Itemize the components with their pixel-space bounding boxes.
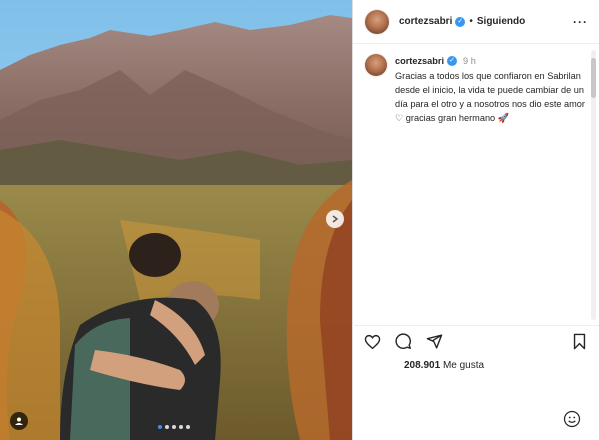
more-options-icon[interactable]: ··· — [573, 15, 588, 29]
divider — [352, 325, 599, 326]
post-photo[interactable] — [0, 0, 352, 440]
scrollbar[interactable] — [591, 50, 596, 320]
user-tag-icon[interactable] — [10, 412, 28, 430]
carousel-dot — [165, 425, 169, 429]
post-header: cortezsabri ✓ • Siguiendo ··· — [353, 0, 599, 44]
caption-text: Gracias a todos los que confiaron en Sab… — [395, 71, 585, 123]
share-icon[interactable] — [426, 333, 443, 355]
likes-count[interactable]: 208.901 Me gusta — [404, 360, 484, 371]
timestamp[interactable]: 9 h — [463, 54, 476, 68]
next-arrow-icon[interactable] — [326, 210, 344, 228]
instagram-post-view: cortezsabri ✓ • Siguiendo ··· cortezsabr… — [0, 0, 599, 440]
action-bar — [364, 333, 587, 355]
carousel-dot — [179, 425, 183, 429]
avatar[interactable] — [365, 54, 387, 76]
scrollbar-thumb[interactable] — [591, 58, 596, 98]
bookmark-icon[interactable] — [572, 333, 587, 355]
caption-username[interactable]: cortezsabri — [395, 54, 444, 68]
separator-dot: • — [469, 16, 473, 27]
following-button[interactable]: Siguiendo — [477, 16, 525, 27]
emoji-icon[interactable] — [563, 410, 581, 433]
likes-label: Me gusta — [442, 360, 485, 371]
photo-image — [0, 0, 352, 440]
avatar[interactable] — [365, 9, 389, 34]
carousel-dot — [172, 425, 176, 429]
heart-icon[interactable] — [364, 334, 381, 355]
carousel-dot — [158, 425, 162, 429]
username[interactable]: cortezsabri — [399, 16, 452, 27]
post-side-panel: cortezsabri ✓ • Siguiendo ··· cortezsabr… — [352, 0, 599, 440]
likes-number: 208.901 — [404, 360, 441, 371]
comment-icon[interactable] — [395, 333, 412, 355]
carousel-dots — [158, 425, 190, 429]
carousel-dot — [186, 425, 190, 429]
caption-block: cortezsabri ✓ 9 h Gracias a todos los qu… — [353, 44, 599, 125]
verified-badge-icon: ✓ — [455, 16, 466, 27]
verified-badge-icon: ✓ — [447, 56, 458, 66]
